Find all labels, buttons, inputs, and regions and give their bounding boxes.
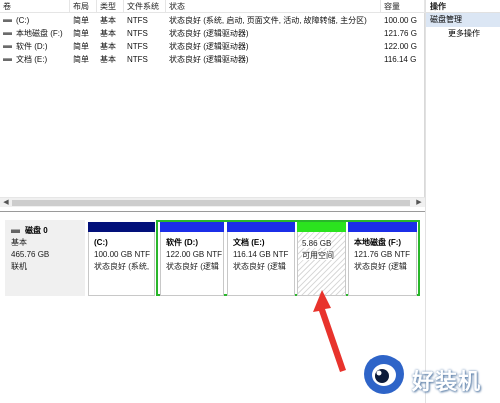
volume-status: 状态良好 (逻辑驱动器)	[169, 29, 249, 38]
disk-size: 465.76 GB	[11, 250, 50, 259]
disk-icon	[3, 45, 12, 48]
volume-capacity: 122.00 G	[384, 42, 417, 51]
volume-filesystem: NTFS	[127, 29, 148, 38]
partition-color-bar	[348, 222, 417, 232]
volume-type: 基本	[100, 55, 116, 64]
volume-type: 基本	[100, 42, 116, 51]
volume-row-c[interactable]: (C:) 简单 基本 NTFS 状态良好 (系统, 启动, 页面文件, 活动, …	[0, 14, 425, 27]
actions-pane: 操作 磁盘管理 更多操作	[425, 0, 500, 403]
volume-type: 基本	[100, 29, 116, 38]
partition-size: 100.00 GB NTF	[94, 250, 151, 259]
partition-f[interactable]: 本地磁盘 (F:) 121.76 GB NTF 状态良好 (逻辑	[348, 222, 417, 296]
volume-row-e[interactable]: 文档 (E:) 简单 基本 NTFS 状态良好 (逻辑驱动器) 116.14 G	[0, 53, 425, 66]
partition-size: 121.76 GB NTF	[354, 250, 411, 259]
volume-type: 基本	[100, 16, 116, 25]
partition-color-bar	[88, 222, 155, 232]
disk-icon	[3, 19, 12, 22]
volume-layout: 简单	[73, 16, 89, 25]
disk-icon	[3, 32, 12, 35]
disk-state: 联机	[11, 262, 27, 271]
arrow-left-icon[interactable]: ◀	[1, 199, 11, 207]
scrollbar-thumb[interactable]	[12, 200, 410, 206]
partition-status: 可用空间	[302, 251, 334, 260]
volume-filesystem: NTFS	[127, 42, 148, 51]
volume-filesystem: NTFS	[127, 55, 148, 64]
partition-size: 5.86 GB	[302, 239, 332, 248]
partition-size: 122.00 GB NTF	[166, 250, 223, 259]
volume-status: 状态良好 (逻辑驱动器)	[169, 42, 249, 51]
volume-capacity: 121.76 G	[384, 29, 417, 38]
partition-name: 本地磁盘 (F:)	[354, 238, 402, 247]
horizontal-scrollbar[interactable]: ◀ ▶	[0, 197, 425, 207]
volume-row-d[interactable]: 软件 (D:) 简单 基本 NTFS 状态良好 (逻辑驱动器) 122.00 G	[0, 40, 425, 53]
disk-icon	[3, 58, 12, 61]
volume-filesystem: NTFS	[127, 16, 148, 25]
more-actions-link[interactable]: 更多操作	[426, 27, 500, 41]
partition-unallocated[interactable]: 5.86 GB 可用空间	[297, 222, 346, 296]
partition-color-bar	[227, 222, 295, 232]
volume-name: 文档 (E:)	[16, 55, 48, 64]
partition-status: 状态良好 (逻辑	[354, 262, 407, 271]
column-header-status[interactable]: 状态	[166, 0, 381, 13]
column-header-layout[interactable]: 布局	[70, 0, 97, 13]
column-header-volume[interactable]: 卷	[0, 0, 70, 13]
column-header-capacity[interactable]: 容量	[381, 0, 425, 13]
volume-status: 状态良好 (逻辑驱动器)	[169, 55, 249, 64]
volume-layout: 简单	[73, 29, 89, 38]
hard-drive-icon	[11, 229, 20, 233]
actions-header: 操作	[426, 0, 500, 13]
partition-e[interactable]: 文档 (E:) 116.14 GB NTF 状态良好 (逻辑	[227, 222, 295, 296]
partition-name: (C:)	[94, 238, 108, 247]
volume-table-header: 卷 布局 类型 文件系统 状态 容量	[0, 0, 425, 13]
partition-status: 状态良好 (逻辑	[166, 262, 219, 271]
partition-name: 软件 (D:)	[166, 238, 198, 247]
disk-title: 磁盘 0	[25, 226, 48, 235]
actions-section-disk-management[interactable]: 磁盘管理	[426, 13, 500, 27]
volume-layout: 简单	[73, 55, 89, 64]
arrow-right-icon[interactable]: ▶	[414, 199, 424, 207]
column-header-type[interactable]: 类型	[97, 0, 124, 13]
main-pane: 卷 布局 类型 文件系统 状态 容量 (C:) 简单 基本 NTFS 状态良好 …	[0, 0, 425, 403]
volume-name: 本地磁盘 (F:)	[16, 29, 63, 38]
volume-layout: 简单	[73, 42, 89, 51]
watermark-text: 好装机	[412, 370, 482, 395]
volume-capacity: 100.00 G	[384, 16, 417, 25]
partition-size: 116.14 GB NTF	[233, 250, 289, 259]
eye-logo-icon	[364, 352, 404, 394]
partition-status: 状态良好 (系统,	[94, 262, 150, 271]
disk-type: 基本	[11, 238, 27, 247]
partition-d[interactable]: 软件 (D:) 122.00 GB NTF 状态良好 (逻辑	[160, 222, 224, 296]
volume-capacity: 116.14 G	[384, 55, 417, 64]
partition-c[interactable]: (C:) 100.00 GB NTF 状态良好 (系统,	[88, 222, 155, 296]
partition-status: 状态良好 (逻辑	[233, 262, 286, 271]
volume-row-f[interactable]: 本地磁盘 (F:) 简单 基本 NTFS 状态良好 (逻辑驱动器) 121.76…	[0, 27, 425, 40]
partition-name: 文档 (E:)	[233, 238, 265, 247]
volume-name: 软件 (D:)	[16, 42, 48, 51]
volume-name: (C:)	[16, 16, 30, 25]
partition-color-bar	[297, 222, 346, 232]
volume-status: 状态良好 (系统, 启动, 页面文件, 活动, 故障转储, 主分区)	[169, 16, 367, 25]
disk-info-panel[interactable]: 磁盘 0 基本 465.76 GB 联机	[5, 220, 85, 296]
column-header-filesystem[interactable]: 文件系统	[124, 0, 166, 13]
volume-list: (C:) 简单 基本 NTFS 状态良好 (系统, 启动, 页面文件, 活动, …	[0, 14, 425, 66]
partition-color-bar	[160, 222, 224, 232]
red-arrow-icon	[313, 290, 346, 372]
